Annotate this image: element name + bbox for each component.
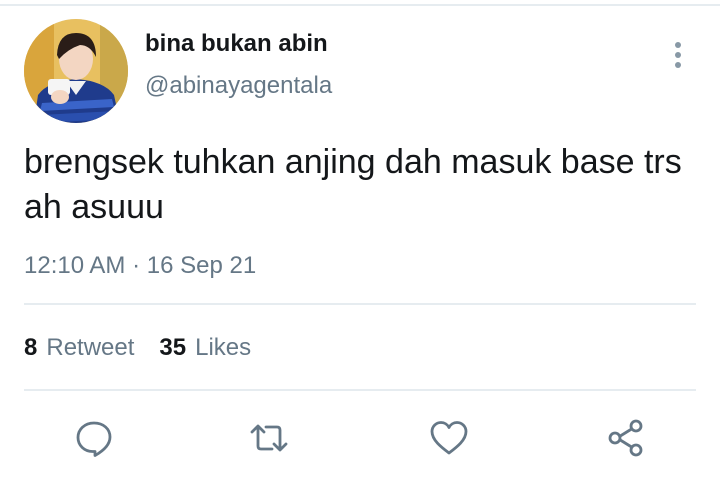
user-handle[interactable]: @abinayagentala <box>145 72 332 100</box>
tweet-text: brengsek tuhkan anjing dah masuk base tr… <box>24 143 682 226</box>
reply-icon <box>76 421 112 457</box>
retweet-icon <box>250 424 288 452</box>
more-dot-icon <box>675 52 681 58</box>
likes-label: Likes <box>195 334 252 361</box>
likes-count: 35 <box>159 334 187 361</box>
display-name[interactable]: bina bukan abin <box>145 30 328 58</box>
likes-stat[interactable]: 35 Likes <box>159 334 251 362</box>
retweet-button[interactable] <box>249 418 289 458</box>
avatar-image <box>24 19 128 123</box>
more-options-button[interactable] <box>664 38 692 72</box>
retweet-label: Retweet <box>46 334 135 361</box>
reply-button[interactable] <box>74 418 114 458</box>
more-dot-icon <box>675 42 681 48</box>
top-divider <box>0 4 720 6</box>
heart-icon <box>430 421 468 455</box>
like-button[interactable] <box>429 418 469 458</box>
retweet-stat[interactable]: 8 Retweet <box>24 334 134 362</box>
retweet-count: 8 <box>24 334 38 361</box>
more-dot-icon <box>675 62 681 68</box>
share-button[interactable] <box>606 418 646 458</box>
avatar[interactable] <box>24 19 128 123</box>
share-icon <box>608 419 643 457</box>
tweet-timestamp[interactable]: 12:10 AM · 16 Sep 21 <box>24 252 256 280</box>
engagement-stats: 8 Retweet 35 Likes <box>24 334 251 362</box>
divider <box>24 303 696 305</box>
divider <box>24 389 696 391</box>
